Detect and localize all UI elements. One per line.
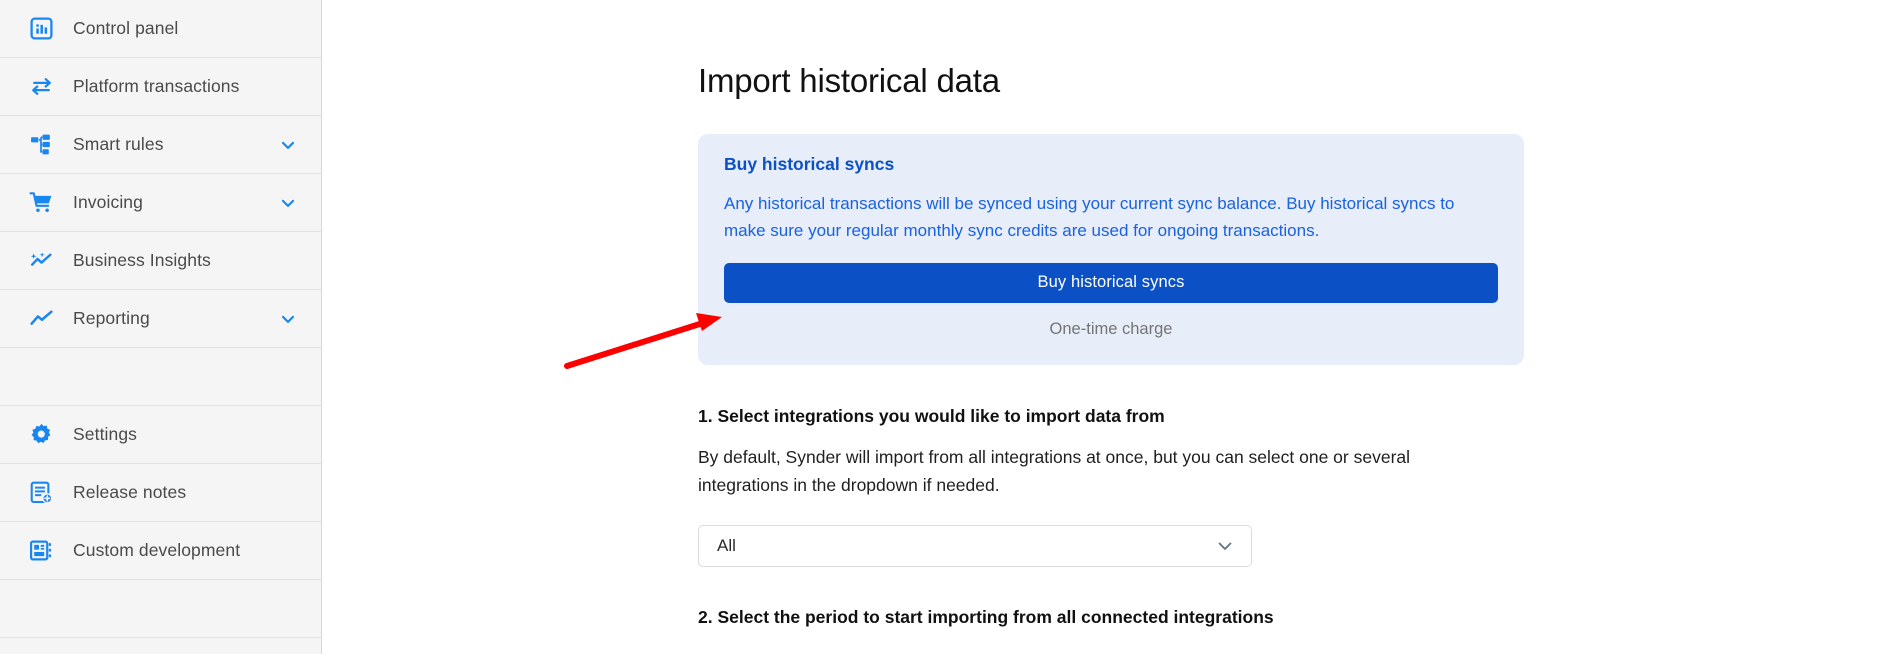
sidebar-bottom-spacer bbox=[0, 580, 321, 638]
main-content: Import historical data Buy historical sy… bbox=[322, 0, 1901, 654]
line-chart-icon bbox=[26, 304, 56, 334]
sidebar-item-custom-development[interactable]: Custom development bbox=[0, 522, 321, 580]
content-column: Import historical data Buy historical sy… bbox=[698, 0, 1550, 628]
card-title: Buy historical syncs bbox=[724, 154, 895, 174]
sidebar-item-label: Invoicing bbox=[73, 192, 143, 212]
transfer-arrows-icon bbox=[26, 72, 56, 102]
sidebar-divider-spacer bbox=[0, 348, 321, 406]
sidebar-item-invoicing[interactable]: Invoicing bbox=[0, 174, 321, 232]
chevron-down-icon[interactable] bbox=[277, 192, 299, 214]
step1-heading: 1. Select integrations you would like to… bbox=[698, 405, 1165, 426]
sidebar-item-release-notes[interactable]: Release notes bbox=[0, 464, 321, 522]
page-title: Import historical data bbox=[698, 62, 1000, 99]
shopping-cart-icon bbox=[26, 188, 56, 218]
dashboard-chart-icon bbox=[26, 14, 56, 44]
step2-heading: 2. Select the period to start importing … bbox=[698, 607, 1274, 628]
one-time-charge-note: One-time charge bbox=[1049, 319, 1173, 338]
sidebar-nav: Control panel Platform transactions Smar… bbox=[0, 0, 322, 654]
sidebar-item-platform-transactions[interactable]: Platform transactions bbox=[0, 58, 321, 116]
custom-blocks-icon bbox=[26, 536, 56, 566]
chevron-down-icon[interactable] bbox=[277, 308, 299, 330]
sidebar-item-label: Release notes bbox=[73, 482, 187, 502]
sidebar-item-smart-rules[interactable]: Smart rules bbox=[0, 116, 321, 174]
sidebar-item-control-panel[interactable]: Control panel bbox=[0, 0, 321, 58]
sidebar-item-label: Settings bbox=[73, 424, 138, 444]
sidebar-item-business-insights[interactable]: Business Insights bbox=[0, 232, 321, 290]
chevron-down-icon[interactable] bbox=[277, 134, 299, 156]
document-plus-icon bbox=[26, 478, 56, 508]
sidebar-item-label: Custom development bbox=[73, 540, 241, 560]
integrations-select[interactable]: All bbox=[698, 525, 1252, 568]
sidebar-item-label: Reporting bbox=[73, 308, 150, 328]
buy-historical-syncs-card: Buy historical syncs Any historical tran… bbox=[698, 134, 1524, 365]
sidebar-item-label: Control panel bbox=[73, 18, 179, 38]
sidebar-item-reporting[interactable]: Reporting bbox=[0, 290, 321, 348]
chevron-down-icon[interactable] bbox=[1215, 536, 1235, 556]
sidebar-item-label: Platform transactions bbox=[73, 76, 240, 96]
sidebar-item-label: Smart rules bbox=[73, 134, 164, 154]
step1-description: By default, Synder will import from all … bbox=[698, 446, 1411, 496]
integrations-select-value: All bbox=[717, 536, 736, 556]
gear-icon bbox=[26, 420, 56, 450]
buy-historical-syncs-button[interactable]: Buy historical syncs bbox=[724, 262, 1498, 303]
sidebar-item-label: Business Insights bbox=[73, 250, 211, 270]
app-root: Control panel Platform transactions Smar… bbox=[0, 0, 1901, 654]
sidebar-item-settings[interactable]: Settings bbox=[0, 406, 321, 464]
sitemap-rules-icon bbox=[26, 130, 56, 160]
insights-sparkline-icon bbox=[26, 246, 56, 276]
card-description: Any historical transactions will be sync… bbox=[724, 194, 1455, 240]
